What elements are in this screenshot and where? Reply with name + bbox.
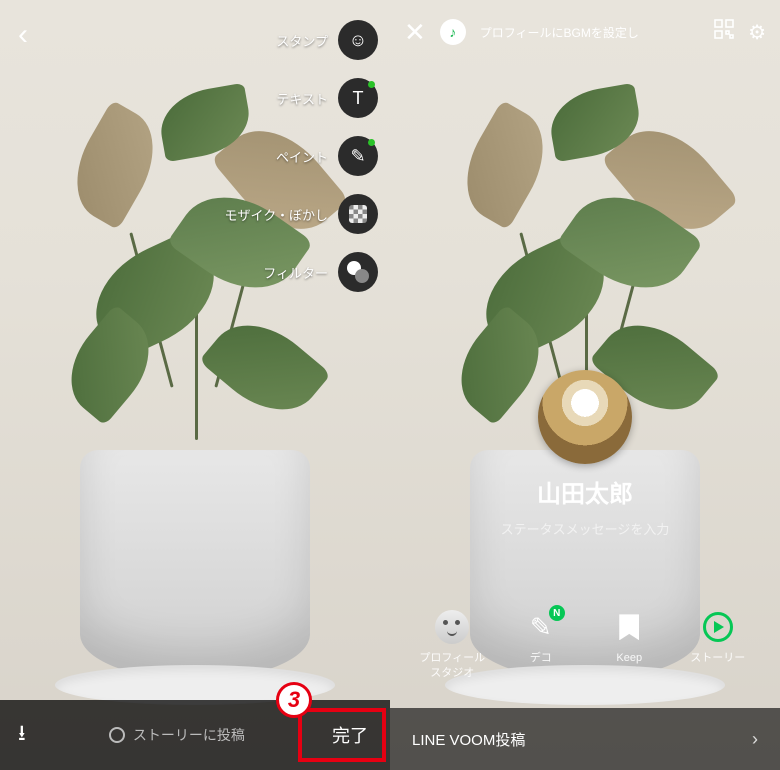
filter-icon [338,252,378,292]
profile-screen: ✕ ♪ プロフィールにBGMを設定し ⚙ 山田太郎 ステータスメッセージを入力 … [390,0,780,770]
tool-stamp[interactable]: スタンプ ☺ [276,20,378,60]
action-deco[interactable]: ✎ N デコ [501,609,581,680]
done-button[interactable]: 完了 [328,716,372,754]
editor-bottom-bar: ⭳ ストーリーに投稿 完了 [0,700,390,770]
tool-text-label: テキスト [276,89,328,108]
qr-button[interactable] [714,19,734,45]
tool-mosaic[interactable]: モザイク・ぼかし [225,194,378,234]
tool-text[interactable]: テキスト T [276,78,378,118]
tool-paint-label: ペイント [276,147,328,166]
bgm-hint[interactable]: プロフィールにBGMを設定し [480,24,639,41]
edit-screen: ‹ スタンプ ☺ テキスト T ペイント ✎ モザイク・ぼかし フィルター ⭳ … [0,0,390,770]
profile-actions: プロフィールスタジオ ✎ N デコ Keep ストーリー [390,609,780,680]
text-icon: T [338,78,378,118]
pencil-icon: ✎ [338,136,378,176]
new-badge: N [549,605,565,621]
action-deco-label: デコ [530,651,552,665]
action-story-label: ストーリー [690,651,745,665]
action-studio-label: プロフィールスタジオ [419,651,485,680]
tool-filter-label: フィルター [263,263,328,282]
settings-button[interactable]: ⚙ [748,20,766,45]
profile-block: 山田太郎 ステータスメッセージを入力 [390,370,780,538]
tool-paint[interactable]: ペイント ✎ [276,136,378,176]
avatar[interactable] [538,370,632,464]
bookmark-icon [611,609,647,645]
profile-topbar: ✕ ♪ プロフィールにBGMを設定し ⚙ [390,0,780,64]
music-icon[interactable]: ♪ [440,19,466,45]
action-story[interactable]: ストーリー [678,609,758,680]
voom-post-bar[interactable]: LINE VOOM投稿 › [390,708,780,770]
action-keep-label: Keep [616,651,642,665]
topbar-left: ✕ ♪ プロフィールにBGMを設定し [404,17,639,48]
action-keep[interactable]: Keep [589,609,669,680]
pen-icon: ✎ N [523,609,559,645]
post-to-story-label: ストーリーに投稿 [133,725,245,745]
story-icon [700,609,736,645]
tool-stamp-label: スタンプ [276,31,328,50]
radio-icon [109,727,125,743]
chevron-right-icon: › [752,729,758,750]
voom-label: LINE VOOM投稿 [412,729,525,750]
close-button[interactable]: ✕ [404,17,426,48]
tool-column: スタンプ ☺ テキスト T ペイント ✎ モザイク・ぼかし フィルター [225,20,378,292]
mosaic-icon [338,194,378,234]
download-button[interactable]: ⭳ [18,716,26,754]
status-message-input[interactable]: ステータスメッセージを入力 [501,519,670,538]
post-to-story-toggle[interactable]: ストーリーに投稿 [109,725,245,745]
back-button[interactable]: ‹ [18,18,28,52]
username: 山田太郎 [537,474,633,509]
action-profile-studio[interactable]: プロフィールスタジオ [412,609,492,680]
face-icon [434,609,470,645]
smiley-icon: ☺ [338,20,378,60]
topbar-right: ⚙ [714,19,766,45]
tool-mosaic-label: モザイク・ぼかし [225,205,328,224]
tool-filter[interactable]: フィルター [263,252,378,292]
